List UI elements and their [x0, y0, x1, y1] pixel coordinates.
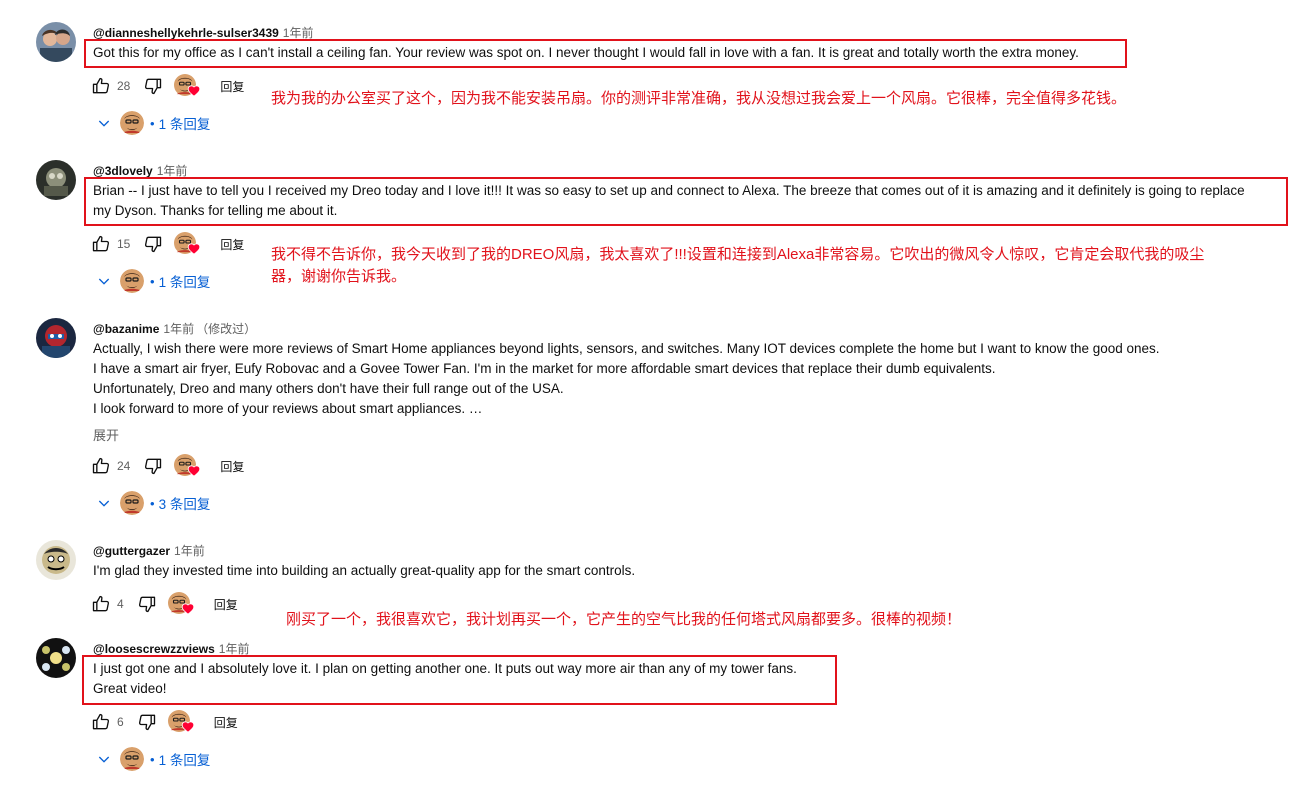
- creator-avatar: [120, 111, 144, 135]
- reply-button[interactable]: 回复: [220, 236, 244, 253]
- thumb-down-icon[interactable]: [142, 455, 164, 477]
- reply-button[interactable]: 回复: [220, 78, 244, 95]
- view-replies-button[interactable]: • 1 条回复: [96, 112, 210, 134]
- timestamp[interactable]: 1年前: [163, 322, 194, 336]
- chevron-down-icon: [96, 115, 112, 131]
- timestamp[interactable]: 1年前: [174, 544, 205, 558]
- creator-heart-icon: [174, 74, 202, 98]
- avatar[interactable]: [36, 160, 76, 200]
- timestamp[interactable]: 1年前: [219, 642, 250, 656]
- comment-text: Actually, I wish there were more reviews…: [93, 339, 1160, 419]
- action-bar: 15 回复: [90, 231, 244, 257]
- like-count: 24: [117, 459, 131, 473]
- creator-heart-icon: [168, 592, 196, 616]
- edited-label: （修改过）: [196, 322, 257, 336]
- chevron-down-icon: [96, 273, 112, 289]
- thumb-up-icon[interactable]: [90, 593, 112, 615]
- like-count: 4: [117, 597, 124, 611]
- translation-annotation: 我不得不告诉你，我今天收到了我的DREO风扇，我太喜欢了!!!设置和连接到Ale…: [271, 244, 1204, 288]
- highlight-box: [84, 39, 1127, 68]
- annotation-line: 我不得不告诉你，我今天收到了我的DREO风扇，我太喜欢了!!!设置和连接到Ale…: [271, 246, 1205, 263]
- thumb-up-icon[interactable]: [90, 455, 112, 477]
- annotation-line: 刚买了一个，我很喜欢它，我计划再买一个，它产生的空气比我的任何塔式风扇都要多。很…: [286, 611, 962, 628]
- chevron-down-icon: [96, 751, 112, 767]
- action-bar: 28 回复: [90, 73, 244, 99]
- separator-dot: •: [150, 495, 155, 511]
- thumb-down-icon[interactable]: [136, 711, 158, 733]
- action-bar: 6 回复: [90, 709, 238, 735]
- author-name[interactable]: @guttergazer: [93, 544, 170, 558]
- creator-heart-icon: [168, 710, 196, 734]
- comment-header: @bazanime 1年前 （修改过）: [93, 320, 256, 337]
- like-count: 6: [117, 715, 124, 729]
- thumb-up-icon[interactable]: [90, 75, 112, 97]
- thumb-up-icon[interactable]: [90, 233, 112, 255]
- creator-avatar: [120, 269, 144, 293]
- like-count: 28: [117, 79, 131, 93]
- comment-header: @guttergazer 1年前: [93, 542, 205, 559]
- author-name[interactable]: @loosescrewzzviews: [93, 642, 215, 656]
- comment-line: I have a smart air fryer, Eufy Robovac a…: [93, 361, 996, 376]
- action-bar: 4 回复: [90, 591, 238, 617]
- comment-line: Unfortunately, Dreo and many others don'…: [93, 381, 564, 396]
- translation-annotation: 我为我的办公室买了这个，因为我不能安装吊扇。你的测评非常准确，我从没想过我会爱上…: [271, 88, 1126, 110]
- creator-heart-icon: [174, 232, 202, 256]
- author-name[interactable]: @3dlovely: [93, 164, 153, 178]
- comment-line: I look forward to more of your reviews a…: [93, 401, 483, 416]
- creator-heart-icon: [174, 454, 202, 478]
- separator-dot: •: [150, 115, 155, 131]
- highlight-box: [82, 655, 837, 705]
- avatar[interactable]: [36, 638, 76, 678]
- highlight-box: [84, 177, 1288, 226]
- view-replies-button[interactable]: • 1 条回复: [96, 748, 210, 770]
- reply-button[interactable]: 回复: [214, 596, 238, 613]
- author-name[interactable]: @bazanime: [93, 322, 159, 336]
- timestamp[interactable]: 1年前: [283, 26, 314, 40]
- like-count: 15: [117, 237, 131, 251]
- action-bar: 24 回复: [90, 453, 244, 479]
- separator-dot: •: [150, 751, 155, 767]
- thumb-down-icon[interactable]: [142, 75, 164, 97]
- avatar[interactable]: [36, 540, 76, 580]
- replies-count: 3 条回复: [158, 497, 211, 512]
- thumb-down-icon[interactable]: [136, 593, 158, 615]
- creator-avatar: [120, 491, 144, 515]
- replies-count: 1 条回复: [158, 275, 211, 290]
- thumb-up-icon[interactable]: [90, 711, 112, 733]
- reply-button[interactable]: 回复: [220, 458, 244, 475]
- reply-button[interactable]: 回复: [214, 714, 238, 731]
- translation-annotation: 刚买了一个，我很喜欢它，我计划再买一个，它产生的空气比我的任何塔式风扇都要多。很…: [286, 609, 961, 631]
- author-name[interactable]: @dianneshellykehrle-sulser3439: [93, 26, 279, 40]
- replies-count: 1 条回复: [158, 117, 211, 132]
- creator-avatar: [120, 747, 144, 771]
- annotation-line: 我为我的办公室买了这个，因为我不能安装吊扇。你的测评非常准确，我从没想过我会爱上…: [271, 90, 1127, 107]
- expand-button[interactable]: 展开: [93, 425, 119, 444]
- separator-dot: •: [150, 273, 155, 289]
- avatar[interactable]: [36, 22, 76, 62]
- timestamp[interactable]: 1年前: [157, 164, 188, 178]
- avatar[interactable]: [36, 318, 76, 358]
- comment-line: Actually, I wish there were more reviews…: [93, 341, 1160, 356]
- view-replies-button[interactable]: • 1 条回复: [96, 270, 210, 292]
- thumb-down-icon[interactable]: [142, 233, 164, 255]
- chevron-down-icon: [96, 495, 112, 511]
- view-replies-button[interactable]: • 3 条回复: [96, 492, 210, 514]
- comment-line: I'm glad they invested time into buildin…: [93, 563, 636, 578]
- annotation-line: 器，谢谢你告诉我。: [271, 268, 407, 285]
- replies-count: 1 条回复: [158, 753, 211, 768]
- comment-text: I'm glad they invested time into buildin…: [93, 561, 635, 581]
